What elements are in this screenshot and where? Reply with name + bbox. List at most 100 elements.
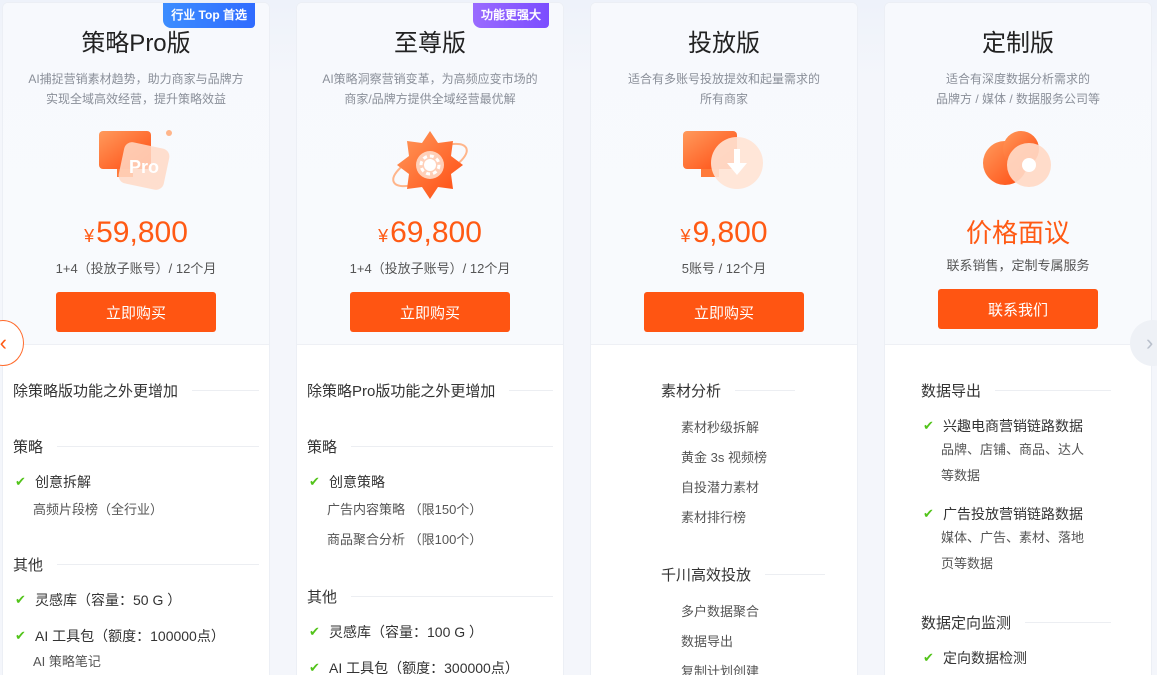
divider <box>57 563 259 565</box>
feature-sub-item: 广告内容策略 （限150个） <box>327 502 483 517</box>
plan-features: 数据导出 ✔ 兴趣电商营销链路数据 品牌、店铺、商品、达人 等数据 ✔ 广告投放营销… <box>885 379 1151 669</box>
price-value: 69,800 <box>390 216 482 249</box>
plan-card-custom: 定制版 适合有深度数据分析需求的 品牌方 / 媒体 / 数据服务公司等 价格面议… <box>884 2 1152 675</box>
feature-sub-item: 商品聚合分析 （限100个） <box>327 532 483 547</box>
feature-sub-item: AI 策略笔记 <box>33 654 101 669</box>
check-icon: ✔ <box>923 506 934 521</box>
divider <box>57 445 259 447</box>
feature-label: 兴趣电商营销链路数据 <box>943 418 1083 434</box>
divider <box>351 445 553 447</box>
feature-sub-item: 高频片段榜（全行业） <box>33 502 164 517</box>
price-value: 9,800 <box>692 216 768 249</box>
divider <box>995 389 1111 391</box>
price-value: 59,800 <box>96 216 188 249</box>
feature-sub-item: 等数据 <box>941 468 981 483</box>
buy-now-button[interactable]: 立即购买 <box>350 292 510 332</box>
section-label: 千川高效投放 <box>661 566 752 584</box>
feature-sub-item: 黄金 3s 视频榜 <box>681 450 767 465</box>
feature-label: AI 工具包（额度：300000点） <box>329 660 519 675</box>
feature-item: ✔ 定向数据检测 <box>921 647 1111 669</box>
plan-description-line: 适合有多账号投放提效和起量需求的 <box>627 72 820 86</box>
plan-card-strategy-pro: 行业 Top 首选 策略Pro版 AI捕捉营销素材趋势，助力商家与品牌方 实现全… <box>2 2 270 675</box>
check-icon: ✔ <box>309 660 320 675</box>
plan-description-line: AI捕捉营销素材趋势，助力商家与品牌方 <box>28 72 244 86</box>
features-intro-label: 除策略Pro版功能之外更增加 <box>307 382 496 400</box>
check-icon: ✔ <box>309 474 320 489</box>
plan-terms: 1+4（投放子账号）/ 12个月 <box>55 261 217 276</box>
plan-name: 定制版 <box>982 30 1054 57</box>
features-intro: 除策略版功能之外更增加 <box>13 379 259 401</box>
plan-price: ¥9,800 <box>591 215 857 254</box>
plan-terms: 联系销售，定制专属服务 <box>946 258 1090 273</box>
check-icon: ✔ <box>15 592 26 607</box>
plan-terms: 1+4（投放子账号）/ 12个月 <box>349 261 511 276</box>
section-title-qianchuan: 千川高效投放 <box>601 563 847 585</box>
chevron-left-icon: ‹ <box>0 330 7 355</box>
feature-sub-item: 素材秒级拆解 <box>681 420 760 435</box>
plan-description: 适合有多账号投放提效和起量需求的 所有商家 <box>609 69 839 109</box>
section-title-other: 其他 <box>307 585 553 607</box>
feature-label: 灵感库（容量：50 G ） <box>35 592 182 608</box>
plan-description: 适合有深度数据分析需求的 品牌方 / 媒体 / 数据服务公司等 <box>903 69 1133 109</box>
section-title-monitoring: 数据定向监测 <box>921 611 1111 633</box>
divider <box>1025 621 1111 623</box>
plan-features: 素材分析 素材秒级拆解 黄金 3s 视频榜 自投潜力素材 素材排行榜 千川高效投… <box>591 379 857 675</box>
check-icon: ✔ <box>923 650 934 665</box>
feature-item: ✔ AI 工具包（额度：100000点） <box>13 625 259 647</box>
divider <box>735 389 796 391</box>
feature-label: 定向数据检测 <box>943 650 1027 666</box>
plan-description-line: 实现全域高效经营，提升策略效益 <box>45 92 226 106</box>
feature-label: 广告投放营销链路数据 <box>943 506 1083 522</box>
section-title-other: 其他 <box>13 553 259 575</box>
plan-description-line: 所有商家 <box>699 92 748 106</box>
plan-card-ads: 投放版 适合有多账号投放提效和起量需求的 所有商家 ¥9,800 5账号 / 1… <box>590 2 858 675</box>
buy-now-button[interactable]: 立即购买 <box>644 292 804 332</box>
section-label: 其他 <box>13 556 44 574</box>
feature-sub-item: 品牌、店铺、商品、达人 <box>941 442 1085 457</box>
section-title-data-export: 数据导出 <box>921 379 1111 401</box>
feature-item: ✔ 创意拆解 <box>13 471 259 493</box>
feature-item: ✔ AI 工具包（额度：300000点） <box>307 657 553 675</box>
plan-price: 价格面议 <box>965 218 1070 248</box>
currency-symbol: ¥ <box>680 226 691 246</box>
feature-label: AI 工具包（额度：100000点） <box>35 628 225 644</box>
chevron-right-icon: › <box>1146 330 1154 355</box>
section-label: 素材分析 <box>661 382 722 400</box>
feature-sub-item: 媒体、广告、素材、落地 <box>941 530 1085 545</box>
plan-description-line: 商家/品牌方提供全域经营最优解 <box>344 92 516 106</box>
check-icon: ✔ <box>309 624 320 639</box>
check-icon: ✔ <box>15 474 26 489</box>
plan-tag: 功能更强大 <box>472 3 549 28</box>
feature-label: 创意策略 <box>329 474 385 490</box>
pro-icon: Pro <box>91 125 181 201</box>
section-label: 其他 <box>307 588 338 606</box>
buy-now-button[interactable]: 立即购买 <box>56 292 216 332</box>
plan-name: 投放版 <box>688 30 760 57</box>
contact-us-button[interactable]: 联系我们 <box>938 289 1098 329</box>
circles-icon <box>973 125 1063 201</box>
download-monitor-icon <box>679 125 769 201</box>
feature-item: ✔ 广告投放营销链路数据 <box>921 503 1111 525</box>
plan-card-header: 定制版 适合有深度数据分析需求的 品牌方 / 媒体 / 数据服务公司等 价格面议… <box>885 3 1151 345</box>
section-label: 策略 <box>307 438 338 456</box>
section-label: 数据导出 <box>921 382 982 400</box>
feature-label: 创意拆解 <box>35 474 91 490</box>
section-label: 数据定向监测 <box>921 614 1012 632</box>
section-title-strategy: 策略 <box>307 435 553 457</box>
feature-sub-item: 数据导出 <box>681 634 734 649</box>
divider <box>192 389 259 391</box>
features-intro: 除策略Pro版功能之外更增加 <box>307 379 553 401</box>
svg-text:Pro: Pro <box>129 157 159 177</box>
divider <box>351 595 553 597</box>
plan-description: AI捕捉营销素材趋势，助力商家与品牌方 实现全域高效经营，提升策略效益 <box>21 69 251 109</box>
feature-label: 灵感库（容量：100 G ） <box>329 624 484 640</box>
feature-sub-item: 页等数据 <box>941 556 994 571</box>
feature-item: ✔ 灵感库（容量：50 G ） <box>13 589 259 611</box>
feature-sub-item: 多户数据聚合 <box>681 604 760 619</box>
section-title-strategy: 策略 <box>13 435 259 457</box>
check-icon: ✔ <box>15 628 26 643</box>
plan-features: 除策略版功能之外更增加 策略 ✔ 创意拆解 高频片段榜（全行业） 其他 ✔ 灵感库（… <box>3 379 269 675</box>
plan-description-line: 适合有深度数据分析需求的 <box>945 72 1090 86</box>
currency-symbol: ¥ <box>378 226 389 246</box>
section-title-material-analysis: 素材分析 <box>601 379 847 401</box>
